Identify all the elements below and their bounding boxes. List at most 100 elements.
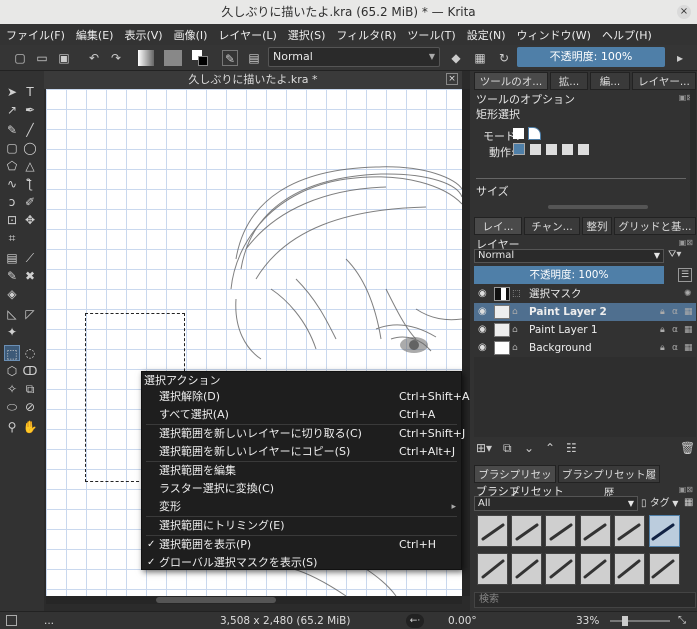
pan-tool-icon[interactable]: ✋ [22,419,38,435]
tab-layer-extra[interactable]: レイヤー... [632,72,696,90]
zoom-tool-icon[interactable]: ⚲ [4,419,20,435]
menu-item-deselect[interactable]: 選択解除(D) Ctrl+Shift+A [142,388,470,406]
eye-icon[interactable]: ◉ [478,342,490,354]
new-document-icon[interactable]: ▢ [12,50,28,66]
rectangular-selection-tool-icon[interactable]: ⬚ [4,345,20,361]
action-subtract-icon[interactable] [562,144,573,155]
open-folder-icon[interactable]: ▭ [34,50,50,66]
action-replace-icon[interactable] [513,143,525,155]
brush-search-input[interactable]: 検索 [474,592,696,608]
opacity-slider[interactable]: 不透明度: 100% [517,47,665,67]
freehand-brush-tool-icon[interactable]: ✎ [4,122,20,138]
undo-icon[interactable]: ↶ [86,50,102,66]
move-tool-icon[interactable]: ✥ [22,212,38,228]
layer-row-paint-layer-1[interactable]: ◉ ⌂ Paint Layer 1 🔒︎ α ▦ [474,321,696,339]
similar-selection-tool-icon[interactable]: ⧉ [22,381,38,397]
gradient-tool-icon[interactable]: ▤ [4,250,20,266]
menu-item-show-selection[interactable]: ✓ 選択範囲を表示(P) Ctrl+H [142,536,461,554]
eye-icon[interactable]: ◉ [478,324,490,336]
menu-item-trim-to-selection[interactable]: 選択範囲にトリミング(E) [142,517,461,535]
menu-filter[interactable]: フィルタ(R) [336,27,396,43]
menu-item-transform[interactable]: 変形 ▸ [142,498,461,516]
menu-window[interactable]: ウィンドウ(W) [517,27,591,43]
layer-blend-select[interactable]: Normal ▼ [474,249,664,263]
selection-display-icon[interactable] [6,615,17,626]
rotation-icon[interactable]: ←· [406,614,424,628]
mode-shape-icon[interactable] [528,127,541,140]
select-shapes-tool-icon[interactable]: ➤ [4,84,20,100]
save-icon[interactable]: ▣ [56,50,72,66]
contiguous-selection-tool-icon[interactable]: ✧ [4,381,20,397]
reference-tool-icon[interactable]: ✦ [4,324,20,340]
rectangle-tool-icon[interactable]: ▢ [4,140,20,156]
crop-tool-icon[interactable]: ⌗ [4,230,20,246]
action-add-icon[interactable] [546,144,557,155]
bezier-tool-icon[interactable]: ∿ [4,176,20,192]
alpha-lock-icon[interactable]: α [672,303,678,321]
multibrush-tool-icon[interactable]: ✐ [22,194,38,210]
blend-mode-select[interactable]: Normal ▼ [268,47,440,67]
tab-grid-guides[interactable]: グリッドと基... [614,217,696,235]
document-tab[interactable]: 久しぶりに描いたよ.kra * × [44,71,462,89]
menu-view[interactable]: 表示(V) [124,27,162,43]
dynamic-brush-tool-icon[interactable]: ↄ [4,194,20,210]
eye-icon[interactable]: ◉ [478,288,490,300]
gradient-swatch-icon[interactable] [138,50,154,66]
menu-help[interactable]: ヘルプ(H) [602,27,652,43]
inherit-alpha-icon[interactable]: ▦ [684,339,693,357]
polygonal-selection-tool-icon[interactable]: ⬡ [4,363,20,379]
toolbar-more-icon[interactable]: ▸ [672,50,688,66]
fill-tool-icon[interactable]: ◈ [4,286,20,302]
sun-icon[interactable]: ✺ [684,285,692,303]
move-layer-down-icon[interactable]: ⌄ [524,441,534,455]
edit-shapes-tool-icon[interactable]: ↗ [4,102,20,118]
layer-row-background[interactable]: ◉ ⌂ Background 🔒︎ α ▦ [474,339,696,357]
canvas-vertical-scrollbar[interactable] [462,89,470,596]
action-symmetric-icon[interactable] [578,144,589,155]
tab-channels[interactable]: チャン... [524,217,580,235]
layer-properties-icon[interactable]: ☰ [678,268,692,282]
calligraphy-tool-icon[interactable]: ✒ [22,102,38,118]
reload-preset-icon[interactable]: ↻ [496,50,512,66]
menu-item-cut-to-new-layer[interactable]: 選択範囲を新しいレイヤーに切り取る(C) Ctrl+Shift+J [142,425,465,443]
window-close-button[interactable]: × [677,5,691,19]
color-picker-tool-icon[interactable]: ⟋ [22,250,38,266]
assistant-tool-icon[interactable]: ◸ [22,306,38,322]
brush-view-icon[interactable]: ▦ [684,497,693,508]
alpha-lock-icon[interactable]: α [672,339,678,357]
pattern-swatch-icon[interactable] [164,50,182,66]
dock-float-close-icon[interactable]: ▣⊠ [679,238,693,247]
dock-float-close-icon[interactable]: ▣⊠ [679,485,693,494]
line-tool-icon[interactable]: ╱ [22,122,38,138]
tab-extended[interactable]: 拡... [550,72,588,90]
ellipse-tool-icon[interactable]: ◯ [22,140,38,156]
menu-image[interactable]: 画像(I) [174,27,208,43]
menu-item-select-all[interactable]: すべて選択(A) Ctrl+A [142,406,461,424]
action-intersect-icon[interactable] [530,144,541,155]
background-color-swatch[interactable] [198,56,208,66]
mode-replace-icon[interactable] [513,128,524,139]
layer-properties-icon[interactable]: ☷ [566,441,577,455]
eye-icon[interactable]: ◉ [478,306,490,318]
brush-settings-icon[interactable]: ▤ [246,50,262,66]
duplicate-layer-icon[interactable]: ⧉ [503,441,512,456]
zoom-slider-handle[interactable] [622,616,628,626]
magnetic-selection-tool-icon[interactable]: ⊘ [22,399,38,415]
document-close-icon[interactable]: × [446,73,458,85]
tab-tool-options[interactable]: ツールのオ... [474,72,548,90]
brush-preset-icon[interactable]: ✎ [222,50,238,66]
menu-edit[interactable]: 編集(E) [76,27,114,43]
freehand-path-tool-icon[interactable]: ƪ [22,176,38,192]
alpha-lock-icon[interactable]: α [672,321,678,339]
transform-tool-icon[interactable]: ⊡ [4,212,20,228]
eraser-mode-icon[interactable]: ◆ [448,50,464,66]
menu-item-copy-to-new-layer[interactable]: 選択範囲を新しいレイヤーにコピー(S) Ctrl+Alt+J [142,443,461,461]
colorize-mask-tool-icon[interactable]: ✎ [4,268,20,284]
tab-align[interactable]: 整列 [582,217,612,235]
tool-options-scrollbar[interactable] [690,90,696,210]
menu-tools[interactable]: ツール(T) [407,27,455,43]
inherit-alpha-icon[interactable]: ▦ [684,303,693,321]
layer-filter-icon[interactable]: ⛛▾ [668,249,694,263]
bezier-selection-tool-icon[interactable]: ⬭ [4,399,20,415]
brush-filter-select[interactable]: All ▼ [474,496,638,511]
